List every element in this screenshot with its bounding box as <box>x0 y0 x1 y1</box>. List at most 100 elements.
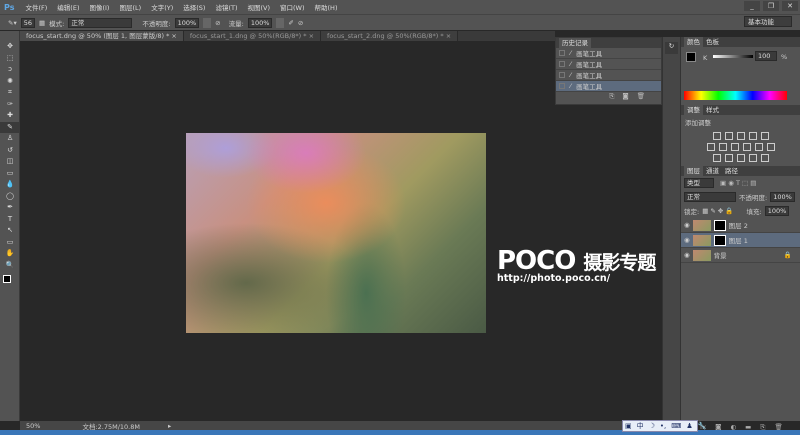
fill-input[interactable]: 100% <box>764 206 790 216</box>
opacity-input[interactable]: 100% <box>174 17 200 28</box>
history-item[interactable]: ⁄ 画笔工具 <box>556 48 661 59</box>
history-item[interactable]: ⁄ 画笔工具 <box>556 70 661 81</box>
color-spectrum[interactable] <box>684 91 787 100</box>
document-canvas-image[interactable] <box>186 133 486 333</box>
tab-focus-start[interactable]: focus_start.dng @ 50% (图层 1, 图层蒙版/8) * × <box>20 31 184 41</box>
hand-icon[interactable]: ✋ <box>0 248 20 260</box>
brush-panel-icon[interactable]: ▦ <box>39 19 45 27</box>
adjustment-icons-row3[interactable] <box>681 154 800 162</box>
marquee-icon[interactable]: ⬚ <box>0 53 20 65</box>
tab-styles[interactable]: 样式 <box>703 105 722 115</box>
tab-channels[interactable]: 通道 <box>703 166 722 176</box>
opacity-dropdown[interactable] <box>203 17 212 28</box>
shape-icon[interactable]: ▭ <box>0 237 20 249</box>
zoom-level[interactable]: 50% <box>26 422 40 430</box>
layer-filter-select[interactable]: 类型 <box>684 178 714 188</box>
healing-icon[interactable]: ✚ <box>0 110 20 122</box>
tab-color[interactable]: 颜色 <box>684 37 703 47</box>
tab-swatches[interactable]: 色板 <box>703 37 722 47</box>
menu-edit[interactable]: 编辑(E) <box>52 2 84 12</box>
layer-row[interactable]: ◉ 图层 2 <box>681 218 800 233</box>
flow-input[interactable]: 100% <box>247 17 273 28</box>
tab-adjustments[interactable]: 调整 <box>684 105 703 115</box>
gradient-icon[interactable]: ▭ <box>0 168 20 180</box>
flow-label: 流量: <box>228 19 244 28</box>
adjustment-icons-row1[interactable] <box>681 132 800 140</box>
close-button[interactable]: ✕ <box>782 1 798 11</box>
blur-icon[interactable]: 💧 <box>0 179 20 191</box>
history-panel-title[interactable]: 历史记录 <box>559 38 591 48</box>
zoom-icon[interactable]: 🔍 <box>0 260 20 272</box>
lasso-icon[interactable]: ↄ <box>0 64 20 76</box>
watermark-title: 摄影专题 <box>583 252 656 274</box>
menu-image[interactable]: 图像(I) <box>84 2 114 12</box>
brush-icon[interactable]: ✎ <box>0 121 20 133</box>
ime-button[interactable]: 中 <box>637 421 644 431</box>
pressure-size-icon[interactable]: ⊘ <box>298 19 303 27</box>
layer-mask-thumbnail[interactable] <box>713 219 726 231</box>
airbrush-icon[interactable]: ✐ <box>288 19 293 27</box>
mode-select[interactable]: 正常 <box>68 17 133 28</box>
menu-filter[interactable]: 滤镜(T) <box>210 2 242 12</box>
k-value-input[interactable]: 100 <box>755 51 777 61</box>
brush-icon[interactable]: ✎▾ <box>8 19 17 27</box>
ime-button[interactable]: ☽ <box>649 422 655 430</box>
eraser-icon[interactable]: ◫ <box>0 156 20 168</box>
ime-button[interactable]: •, <box>660 422 666 430</box>
foreground-color-swatch[interactable] <box>3 275 11 283</box>
move-icon[interactable]: ✥ <box>0 41 20 53</box>
ime-button[interactable]: 🔧 <box>698 422 707 430</box>
crop-icon[interactable]: ⌗ <box>0 87 20 99</box>
ime-toolbar[interactable]: ▣ 中 ☽ •, ⌨ ♟ 🔧 <box>622 420 706 432</box>
menu-file[interactable]: 文件(F) <box>20 2 52 12</box>
pressure-opacity-icon[interactable]: ⊘ <box>215 19 220 27</box>
restore-button[interactable]: ❐ <box>763 1 779 11</box>
layer-row[interactable]: ◉ 图层 1 <box>681 233 800 248</box>
menu-window[interactable]: 窗口(W) <box>275 2 310 12</box>
dodge-icon[interactable]: ◯ <box>0 191 20 203</box>
tab-focus-start-2[interactable]: focus_start_2.dng @ 50%(RGB/8*) * × <box>321 31 459 41</box>
foreground-color[interactable] <box>686 52 696 62</box>
snapshot-checkbox[interactable] <box>559 83 565 89</box>
minimize-button[interactable]: _ <box>744 1 760 11</box>
menu-help[interactable]: 帮助(H) <box>310 2 343 12</box>
adjustment-icons-row2[interactable] <box>681 143 800 151</box>
ime-button[interactable]: ♟ <box>686 422 692 430</box>
workspace-select[interactable]: 基本功能 <box>744 16 792 27</box>
menu-type[interactable]: 文字(Y) <box>146 2 178 12</box>
brush-size-picker[interactable]: 56 <box>20 17 35 28</box>
tab-focus-start-1[interactable]: focus_start_1.dng @ 50%(RGB/8*) * × <box>183 31 322 41</box>
blend-mode-select[interactable]: 正常 <box>684 192 736 202</box>
eyedropper-icon[interactable]: ✑ <box>0 99 20 111</box>
tab-paths[interactable]: 路径 <box>722 166 741 176</box>
history-item[interactable]: ⁄ 画笔工具 <box>556 59 661 70</box>
history-item[interactable]: ⁄ 画笔工具 <box>556 81 661 92</box>
snapshot-checkbox[interactable] <box>559 72 565 78</box>
history-brush-icon[interactable]: ↺ <box>0 145 20 157</box>
type-icon[interactable]: T <box>0 214 20 226</box>
status-menu-arrow[interactable]: ▸ <box>168 422 171 430</box>
layer-mask-thumbnail[interactable] <box>713 234 726 246</box>
snapshot-checkbox[interactable] <box>559 50 565 56</box>
layer-filter-icons[interactable]: ▣ ◉ T ⬚ ▤ <box>720 179 756 187</box>
layer-row[interactable]: ◉ 背景 🔒 <box>681 248 800 263</box>
k-slider[interactable] <box>713 55 753 58</box>
flow-dropdown[interactable] <box>276 17 285 28</box>
pen-icon[interactable]: ✒ <box>0 202 20 214</box>
tab-layers[interactable]: 图层 <box>684 166 703 176</box>
path-select-icon[interactable]: ↖ <box>0 225 20 237</box>
eye-icon[interactable]: ◉ <box>684 236 690 244</box>
menu-view[interactable]: 视图(V) <box>242 2 275 12</box>
eye-icon[interactable]: ◉ <box>684 251 690 259</box>
quick-select-icon[interactable]: ✺ <box>0 76 20 88</box>
lock-icons[interactable]: ▦ ✎ ✥ 🔒 <box>702 207 733 215</box>
history-panel-icon[interactable]: ↻ <box>665 42 678 54</box>
stamp-icon[interactable]: ♙ <box>0 133 20 145</box>
snapshot-checkbox[interactable] <box>559 61 565 67</box>
ime-button[interactable]: ⌨ <box>671 422 681 430</box>
menu-layer[interactable]: 图层(L) <box>114 2 146 12</box>
layer-opacity-input[interactable]: 100% <box>770 192 795 202</box>
history-actions[interactable]: ⎘◙🗑 <box>556 92 661 101</box>
menu-select[interactable]: 选择(S) <box>178 2 210 12</box>
eye-icon[interactable]: ◉ <box>684 221 690 229</box>
